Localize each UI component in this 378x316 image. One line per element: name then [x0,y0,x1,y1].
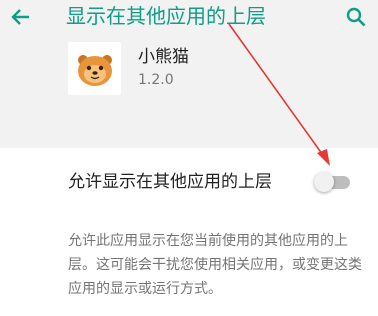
allow-overlay-toggle[interactable] [312,170,354,194]
setting-description: 允许此应用显示在您当前使用的其他应用的上层。这可能会干扰您使用相关应用，或变更这… [68,233,362,297]
app-info-header [0,34,378,148]
toggle-thumb [314,172,334,192]
allow-overlay-setting-row[interactable]: 允许显示在其他应用的上层 [0,148,378,218]
page-title: 显示在其他应用的上层 [66,4,266,28]
arrow-left-icon [11,9,29,25]
panda-face-icon [77,54,112,86]
toolbar: 显示在其他应用的上层 [0,0,378,34]
search-icon [346,7,366,27]
search-button[interactable] [344,6,368,28]
allow-overlay-label: 允许显示在其他应用的上层 [68,172,272,192]
app-version: 1.2.0 [138,72,174,88]
back-button[interactable] [8,6,32,28]
app-name: 小熊猫 [138,47,189,67]
app-icon [68,42,121,95]
